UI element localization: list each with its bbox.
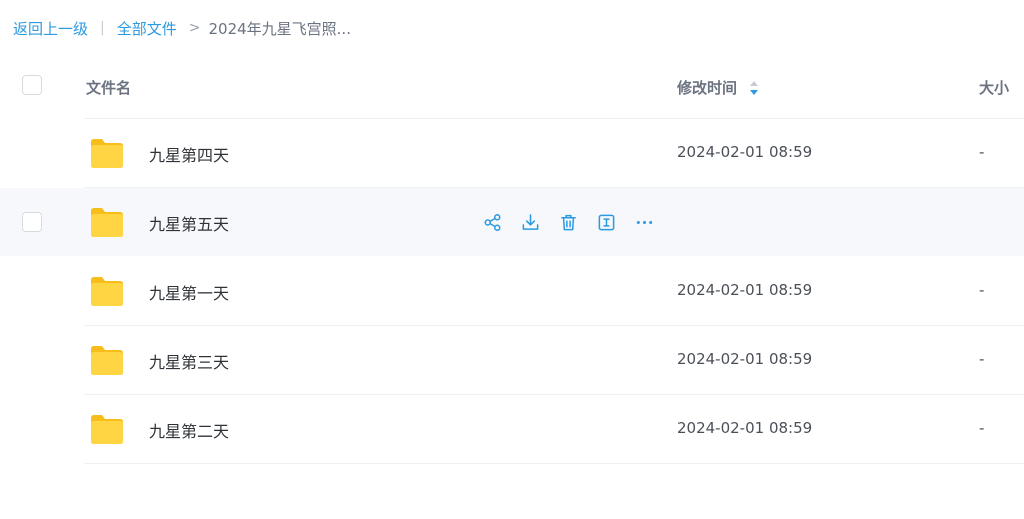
current-folder-label: 2024年九星飞宫照...	[208, 19, 351, 38]
file-name[interactable]: 九星第三天	[149, 349, 229, 373]
file-name[interactable]: 九星第一天	[149, 280, 229, 304]
file-modified-time: 2024-02-01 08:59	[677, 143, 813, 161]
breadcrumb: 返回上一级 | 全部文件 > 2024年九星飞宫照...	[13, 16, 351, 40]
share-button[interactable]	[481, 211, 503, 233]
file-size: -	[979, 350, 985, 368]
file-size: -	[979, 281, 985, 299]
folder-icon	[91, 415, 123, 444]
file-size: -	[979, 419, 985, 437]
file-modified-time: 2024-02-01 08:59	[677, 350, 813, 368]
file-modified-time: 2024-02-01 08:59	[677, 281, 813, 299]
file-name[interactable]: 九星第五天	[149, 211, 229, 235]
row-checkbox[interactable]	[22, 212, 42, 232]
table-row[interactable]: 九星第一天 2024-02-01 08:59 -	[0, 257, 1024, 325]
delete-button[interactable]	[557, 211, 579, 233]
select-all-checkbox[interactable]	[22, 75, 42, 95]
divider	[84, 463, 1024, 464]
more-button[interactable]	[633, 211, 655, 233]
download-icon	[522, 213, 538, 230]
breadcrumb-separator: |	[100, 20, 105, 36]
back-link[interactable]: 返回上一级	[13, 18, 88, 39]
file-name[interactable]: 九星第二天	[149, 418, 229, 442]
table-row[interactable]: 九星第二天 2024-02-01 08:59 -	[0, 395, 1024, 463]
file-modified-time: 2024-02-01 08:59	[677, 419, 813, 437]
folder-icon	[91, 346, 123, 375]
file-size: -	[979, 143, 985, 161]
all-files-link[interactable]: 全部文件	[117, 18, 177, 39]
table-row[interactable]: 九星第四天 2024-02-01 08:59 -	[0, 119, 1024, 187]
folder-icon	[91, 208, 123, 237]
file-name[interactable]: 九星第四天	[149, 142, 229, 166]
column-header-name[interactable]: 文件名	[86, 77, 131, 98]
column-header-modified[interactable]: 修改时间	[677, 77, 759, 98]
rename-button[interactable]	[595, 211, 617, 233]
delete-icon	[560, 214, 576, 230]
folder-icon	[91, 277, 123, 306]
folder-icon	[91, 139, 123, 168]
breadcrumb-arrow: >	[188, 20, 201, 36]
share-icon	[484, 213, 500, 231]
row-actions	[481, 211, 671, 233]
sort-icon[interactable]	[749, 80, 759, 96]
download-button[interactable]	[519, 211, 541, 233]
table-row[interactable]: 九星第三天 2024-02-01 08:59 -	[0, 326, 1024, 394]
column-header-size[interactable]: 大小	[979, 77, 1009, 98]
column-header-modified-label: 修改时间	[677, 79, 738, 97]
file-browser: 返回上一级 | 全部文件 > 2024年九星飞宫照... 文件名 修改时间 大小…	[0, 0, 1024, 519]
more-icon	[636, 220, 652, 224]
table-row-hovered[interactable]: 九星第五天	[0, 188, 1024, 256]
table-header: 文件名 修改时间 大小	[0, 60, 1024, 118]
rename-icon	[598, 214, 614, 230]
